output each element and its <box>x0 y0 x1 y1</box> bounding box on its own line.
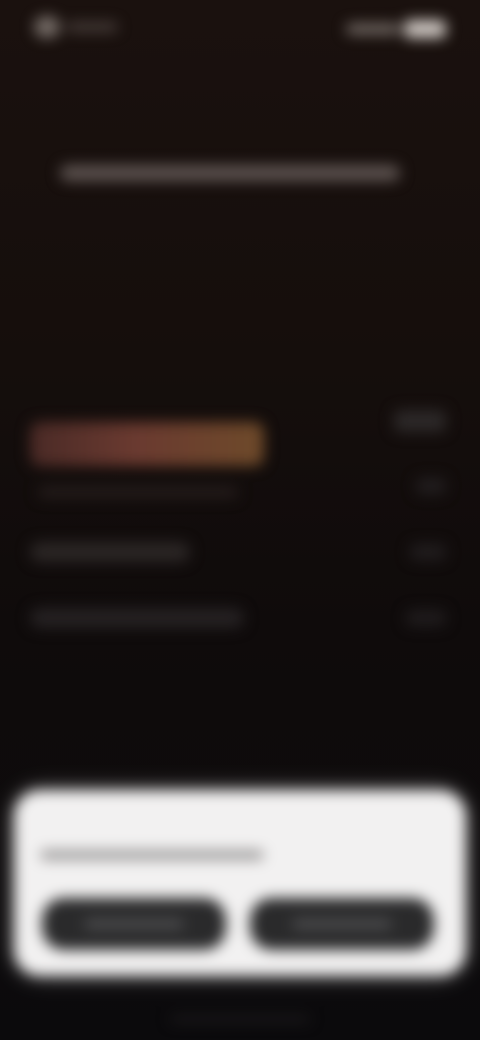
status-bar <box>0 0 480 60</box>
status-time-text <box>66 22 118 32</box>
list-item-value <box>406 610 446 626</box>
list-item-label <box>30 542 190 562</box>
list-item-value <box>416 478 446 494</box>
page-title <box>60 156 400 190</box>
list-item-2[interactable] <box>30 542 190 562</box>
signal-icon <box>346 24 400 34</box>
list-item-label <box>30 608 244 628</box>
page-title-text <box>60 165 400 181</box>
list-item-1[interactable] <box>30 422 264 466</box>
dialog-message <box>40 846 270 864</box>
dialog-secondary-button-label <box>84 919 184 929</box>
list-item-subtitle <box>38 486 238 498</box>
dialog-message-text <box>40 850 264 860</box>
list-item-label <box>30 422 264 466</box>
list-header-value <box>394 410 446 432</box>
status-time-pill <box>34 16 60 38</box>
dialog-primary-button[interactable] <box>250 898 434 950</box>
battery-icon <box>404 20 446 38</box>
app-screen <box>0 0 480 1040</box>
dialog-primary-button-label <box>292 919 392 929</box>
list-item-value <box>410 544 446 560</box>
status-time <box>34 16 118 38</box>
list-item-3[interactable] <box>30 608 244 628</box>
status-icons <box>346 18 446 40</box>
blurred-content <box>0 0 480 1040</box>
dialog-secondary-button[interactable] <box>42 898 226 950</box>
home-indicator[interactable] <box>170 1016 310 1022</box>
